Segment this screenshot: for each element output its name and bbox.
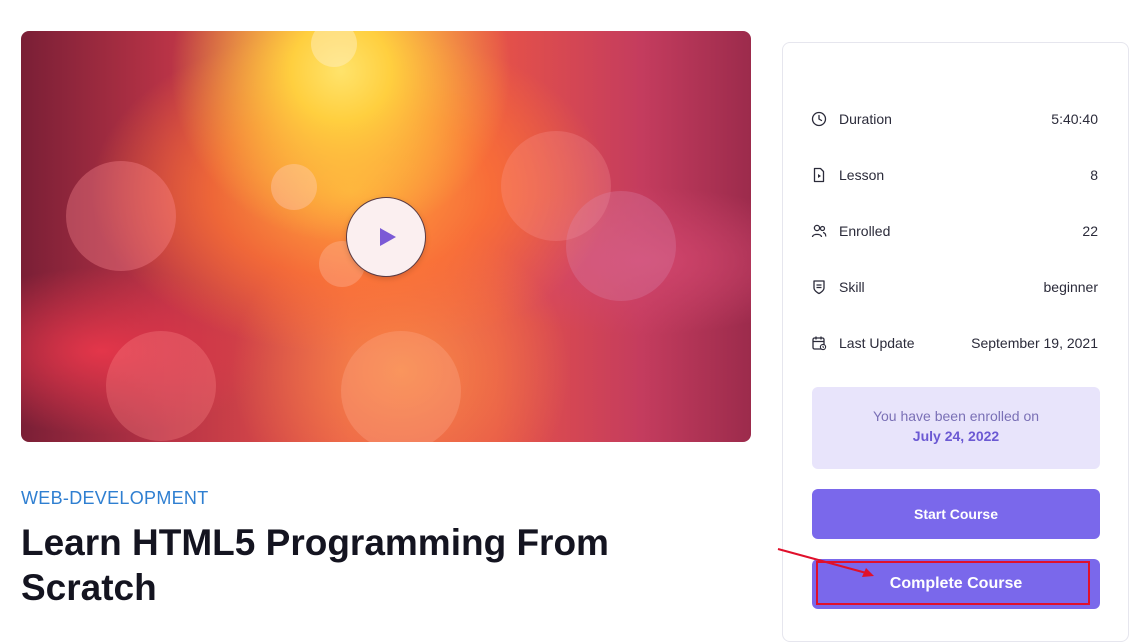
start-course-button[interactable]: Start Course <box>812 489 1100 539</box>
info-label: Enrolled <box>839 223 891 239</box>
info-value: 8 <box>1090 167 1098 183</box>
bokeh-light <box>566 191 676 301</box>
info-row-last-update: Last Update September 19, 2021 <box>811 331 1098 355</box>
info-label: Last Update <box>839 335 915 351</box>
enrollment-date: July 24, 2022 <box>912 428 1000 444</box>
info-value: 5:40:40 <box>1051 111 1098 127</box>
play-icon <box>379 227 397 247</box>
bokeh-light <box>66 161 176 271</box>
info-label: Lesson <box>839 167 885 183</box>
bokeh-light <box>106 331 216 441</box>
lesson-file-icon <box>811 167 827 183</box>
info-value: September 19, 2021 <box>971 335 1098 351</box>
skill-badge-icon <box>811 279 827 295</box>
enrollment-notice: You have been enrolled on July 24, 2022 <box>812 387 1100 469</box>
info-row-skill: Skill beginner <box>811 275 1098 299</box>
bokeh-light <box>341 331 461 442</box>
calendar-icon <box>811 335 827 351</box>
info-row-enrolled: Enrolled 22 <box>811 219 1098 243</box>
clock-icon <box>811 111 827 127</box>
info-value: beginner <box>1043 279 1099 295</box>
enrollment-text: You have been enrolled on <box>872 408 1040 424</box>
play-button[interactable] <box>346 197 426 277</box>
annotation-arrow-icon <box>777 548 874 577</box>
bokeh-light <box>311 31 357 67</box>
bokeh-light <box>271 164 317 210</box>
info-label: Skill <box>839 279 865 295</box>
users-icon <box>811 223 827 239</box>
info-row-lesson: Lesson 8 <box>811 163 1098 187</box>
course-title: Learn HTML5 Programming From Scratch <box>21 522 609 608</box>
course-category[interactable]: WEB-DEVELOPMENT <box>21 488 209 509</box>
course-video-preview[interactable] <box>21 31 751 442</box>
info-value: 22 <box>1082 223 1098 239</box>
info-row-duration: Duration 5:40:40 <box>811 107 1098 131</box>
info-label: Duration <box>839 111 892 127</box>
